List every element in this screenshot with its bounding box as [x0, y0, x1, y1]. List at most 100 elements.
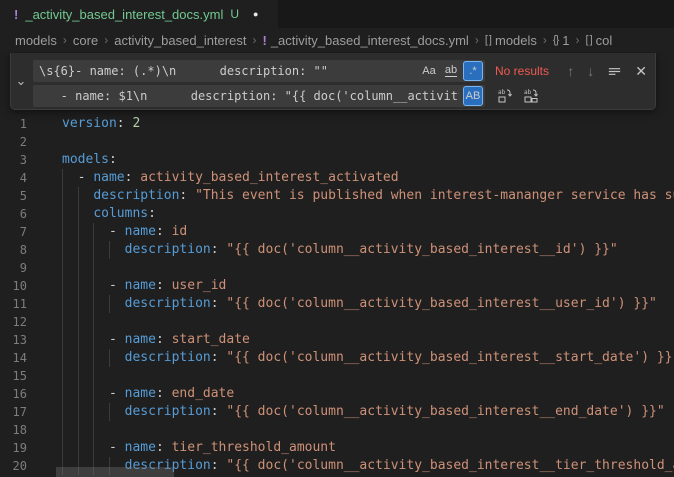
breadcrumb-item-models[interactable]: [ ]models: [485, 33, 537, 48]
code-line[interactable]: 15: [0, 367, 674, 385]
editor-pane[interactable]: 1version: 223models:4 - name: activity_b…: [0, 52, 674, 477]
replace-value-text: - name: $1\n description: "{{ doc('colum…: [39, 85, 459, 107]
svg-text:ab: ab: [498, 89, 506, 96]
code-line[interactable]: 10 - name: user_id: [0, 277, 674, 295]
code-line[interactable]: 17 description: "{{ doc('column__activit…: [0, 403, 674, 421]
chevron-down-icon: ⌄: [16, 73, 27, 89]
line-number[interactable]: 12: [0, 313, 27, 331]
breadcrumb-item-activity_based_interest[interactable]: activity_based_interest: [114, 33, 246, 48]
breadcrumb-label: models: [15, 33, 57, 48]
svg-text:ab: ab: [524, 89, 532, 96]
line-number[interactable]: 13: [0, 331, 27, 349]
code-text: version: 2: [62, 115, 140, 133]
replace-input[interactable]: - name: $1\n description: "{{ doc('colum…: [33, 85, 485, 107]
code-line[interactable]: 16 - name: end_date: [0, 385, 674, 403]
find-in-selection-button[interactable]: [607, 64, 622, 79]
breadcrumb-label: _activity_based_interest_docs.yml: [271, 33, 469, 48]
line-number[interactable]: 3: [0, 151, 27, 169]
indent-guide: [62, 259, 63, 277]
line-number[interactable]: 1: [0, 115, 27, 133]
yaml-warning-icon: !: [14, 7, 18, 22]
whole-word-toggle[interactable]: ab: [441, 61, 461, 81]
whole-word-icon: ab: [445, 65, 457, 77]
breadcrumb-item-1[interactable]: {} 1: [553, 33, 570, 48]
breadcrumb-item-models[interactable]: models: [15, 33, 57, 48]
code-line[interactable]: 5 description: "This event is published …: [0, 187, 674, 205]
indent-guide: [62, 313, 63, 331]
find-replace-widget: ⌄ \s{6}- name: (.*)\n description: "" Aa…: [10, 53, 656, 110]
breadcrumb-separator-icon: ›: [543, 33, 547, 47]
regex-toggle[interactable]: .*: [463, 61, 483, 81]
line-number[interactable]: 8: [0, 241, 27, 259]
code-line[interactable]: 18: [0, 421, 674, 439]
breadcrumb-separator-icon: ›: [576, 33, 580, 47]
code-line[interactable]: 7 - name: id: [0, 223, 674, 241]
line-number[interactable]: 11: [0, 295, 27, 313]
code-text: description: "{{ doc('column__activity_b…: [62, 349, 674, 367]
tab-activity-based-interest-docs[interactable]: ! _activity_based_interest_docs.yml U ●: [0, 0, 278, 28]
line-number[interactable]: 5: [0, 187, 27, 205]
horizontal-scrollbar[interactable]: [56, 467, 174, 477]
line-number[interactable]: 9: [0, 259, 27, 277]
breadcrumb-label: col: [596, 33, 613, 48]
indent-guide: [93, 259, 94, 277]
code-line[interactable]: 13 - name: start_date: [0, 331, 674, 349]
line-number[interactable]: 20: [0, 457, 27, 475]
code-line[interactable]: 19 - name: tier_threshold_amount: [0, 439, 674, 457]
code-line[interactable]: 2: [0, 133, 674, 151]
code-line[interactable]: 14 description: "{{ doc('column__activit…: [0, 349, 674, 367]
code-line[interactable]: 12: [0, 313, 674, 331]
indent-guide: [78, 367, 79, 385]
code-text: - name: user_id: [62, 277, 226, 295]
replace-all-icon: ab: [523, 88, 539, 104]
next-match-button[interactable]: ↓: [587, 63, 594, 79]
line-number[interactable]: 18: [0, 421, 27, 439]
code-text: models:: [62, 151, 117, 169]
line-number[interactable]: 15: [0, 367, 27, 385]
line-number[interactable]: 2: [0, 133, 27, 151]
breadcrumb-item-core[interactable]: core: [73, 33, 98, 48]
code-line[interactable]: 9: [0, 259, 674, 277]
code-line[interactable]: 4 - name: activity_based_interest_activa…: [0, 169, 674, 187]
code-line[interactable]: 1 version: 2: [0, 115, 674, 133]
code-text: - name: start_date: [62, 331, 250, 349]
code-text: - name: end_date: [62, 385, 234, 403]
code-line[interactable]: 11 description: "{{ doc('column__activit…: [0, 295, 674, 313]
line-number[interactable]: 14: [0, 349, 27, 367]
match-case-toggle[interactable]: Aa: [419, 61, 439, 81]
code-line[interactable]: 3 models:: [0, 151, 674, 169]
vscode-window: ! _activity_based_interest_docs.yml U ● …: [0, 0, 674, 477]
code-text: description: "{{ doc('column__activity_b…: [62, 403, 665, 421]
line-number[interactable]: 7: [0, 223, 27, 241]
line-number[interactable]: 16: [0, 385, 27, 403]
replace-all-button[interactable]: ab: [523, 88, 539, 104]
breadcrumb-separator-icon: ›: [252, 33, 256, 47]
close-find-button[interactable]: ✕: [635, 63, 647, 80]
breadcrumb-item-_activity_based_interest_docs.yml[interactable]: ! _activity_based_interest_docs.yml: [262, 33, 468, 48]
breadcrumb-item-col[interactable]: [ ]col: [586, 33, 613, 48]
symbol-icon: {}: [553, 34, 558, 46]
line-number[interactable]: 6: [0, 205, 27, 223]
code-line[interactable]: 8 description: "{{ doc('column__activity…: [0, 241, 674, 259]
find-query-text: \s{6}- name: (.*)\n description: "": [39, 60, 415, 82]
line-number[interactable]: 10: [0, 277, 27, 295]
toggle-replace-button[interactable]: ⌄: [11, 53, 31, 109]
yaml-warning-icon: !: [262, 33, 266, 48]
selection-icon: [607, 64, 622, 79]
line-number[interactable]: 17: [0, 403, 27, 421]
replace-button[interactable]: ab: [497, 88, 513, 104]
line-number[interactable]: 19: [0, 439, 27, 457]
find-input[interactable]: \s{6}- name: (.*)\n description: "" Aa a…: [33, 60, 485, 82]
unsaved-dot-icon[interactable]: ●: [253, 9, 258, 19]
breadcrumb-label: 1: [562, 33, 569, 48]
code-text: description: "This event is published wh…: [62, 187, 674, 205]
code-text: - name: id: [62, 223, 187, 241]
symbol-icon: [ ]: [485, 34, 491, 46]
indent-guide: [93, 313, 94, 331]
preserve-case-toggle[interactable]: AB: [463, 86, 483, 106]
previous-match-button[interactable]: ↑: [567, 63, 574, 79]
breadcrumb-separator-icon: ›: [475, 33, 479, 47]
line-number[interactable]: 4: [0, 169, 27, 187]
code-text: - name: activity_based_interest_activate…: [62, 169, 399, 187]
code-line[interactable]: 6 columns:: [0, 205, 674, 223]
